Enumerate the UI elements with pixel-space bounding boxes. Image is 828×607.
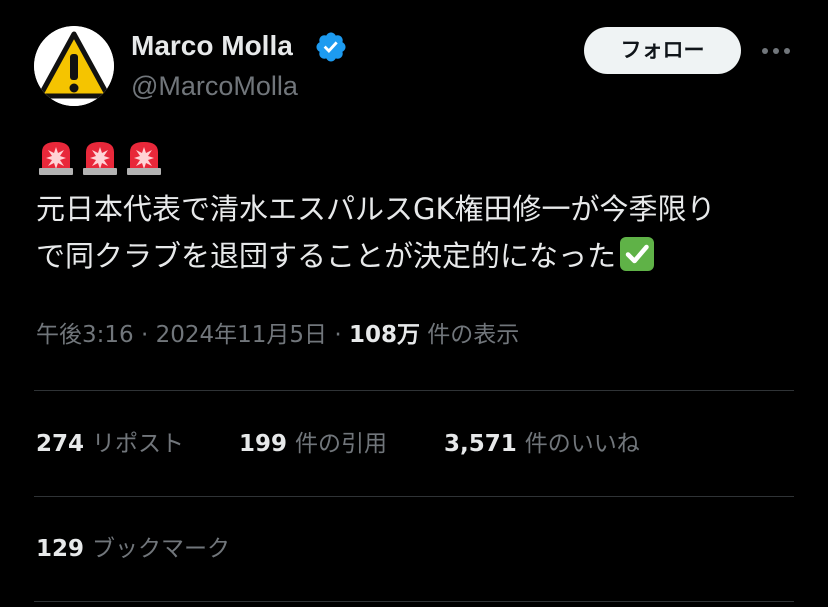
tweet-text-line-1: 元日本代表で清水エスパルスGK権田修一が今季限り — [36, 192, 716, 226]
siren-emoji-group — [36, 138, 164, 178]
rotating-light-icon — [127, 142, 161, 175]
bookmarks-count: 129 — [36, 536, 85, 562]
bookmarks-label: ブックマーク — [92, 536, 231, 562]
author-display-name[interactable]: Marco Molla — [131, 29, 293, 63]
views-label: 件の表示 — [427, 322, 520, 348]
rotating-light-icon — [39, 142, 73, 175]
warning-sign-icon — [34, 26, 114, 106]
tweet-meta: 午後3:16 · 2024年11月5日 · 108万 件の表示 — [36, 318, 519, 352]
check-mark-button-icon — [620, 237, 655, 271]
more-dots-icon[interactable] — [755, 36, 797, 66]
quotes-count: 199 — [239, 431, 288, 457]
views-count: 108万 — [348, 322, 420, 348]
quotes-label: 件の引用 — [295, 431, 388, 457]
verified-badge-icon — [316, 32, 346, 62]
meta-separator: · — [334, 322, 342, 348]
quotes-stat[interactable]: 199 件の引用 — [239, 427, 387, 461]
reposts-label: リポスト — [92, 431, 185, 457]
author-handle[interactable]: @MarcoMolla — [131, 69, 298, 103]
likes-count: 3,571 — [444, 431, 517, 457]
reposts-stat[interactable]: 274 リポスト — [36, 427, 184, 461]
avatar[interactable] — [34, 26, 114, 106]
meta-separator: · — [140, 322, 149, 348]
likes-label: 件のいいね — [524, 431, 640, 457]
divider — [34, 496, 794, 497]
rotating-light-icon — [83, 142, 117, 175]
divider — [34, 601, 794, 602]
follow-button[interactable]: フォロー — [584, 27, 741, 74]
reposts-count: 274 — [36, 431, 85, 457]
bookmarks-stat[interactable]: 129 ブックマーク — [36, 532, 230, 566]
tweet-text-line-2: で同クラブを退団することが決定的になった — [36, 233, 806, 280]
tweet-time[interactable]: 午後3:16 — [36, 322, 134, 348]
tweet-text: 元日本代表で清水エスパルスGK権田修一が今季限り で同クラブを退団することが決定… — [36, 186, 806, 280]
likes-stat[interactable]: 3,571 件のいいね — [444, 427, 640, 461]
divider — [34, 390, 794, 391]
tweet-date[interactable]: 2024年11月5日 — [156, 322, 327, 348]
tweet-text-line-2-body: で同クラブを退団することが決定的になった — [36, 239, 617, 273]
